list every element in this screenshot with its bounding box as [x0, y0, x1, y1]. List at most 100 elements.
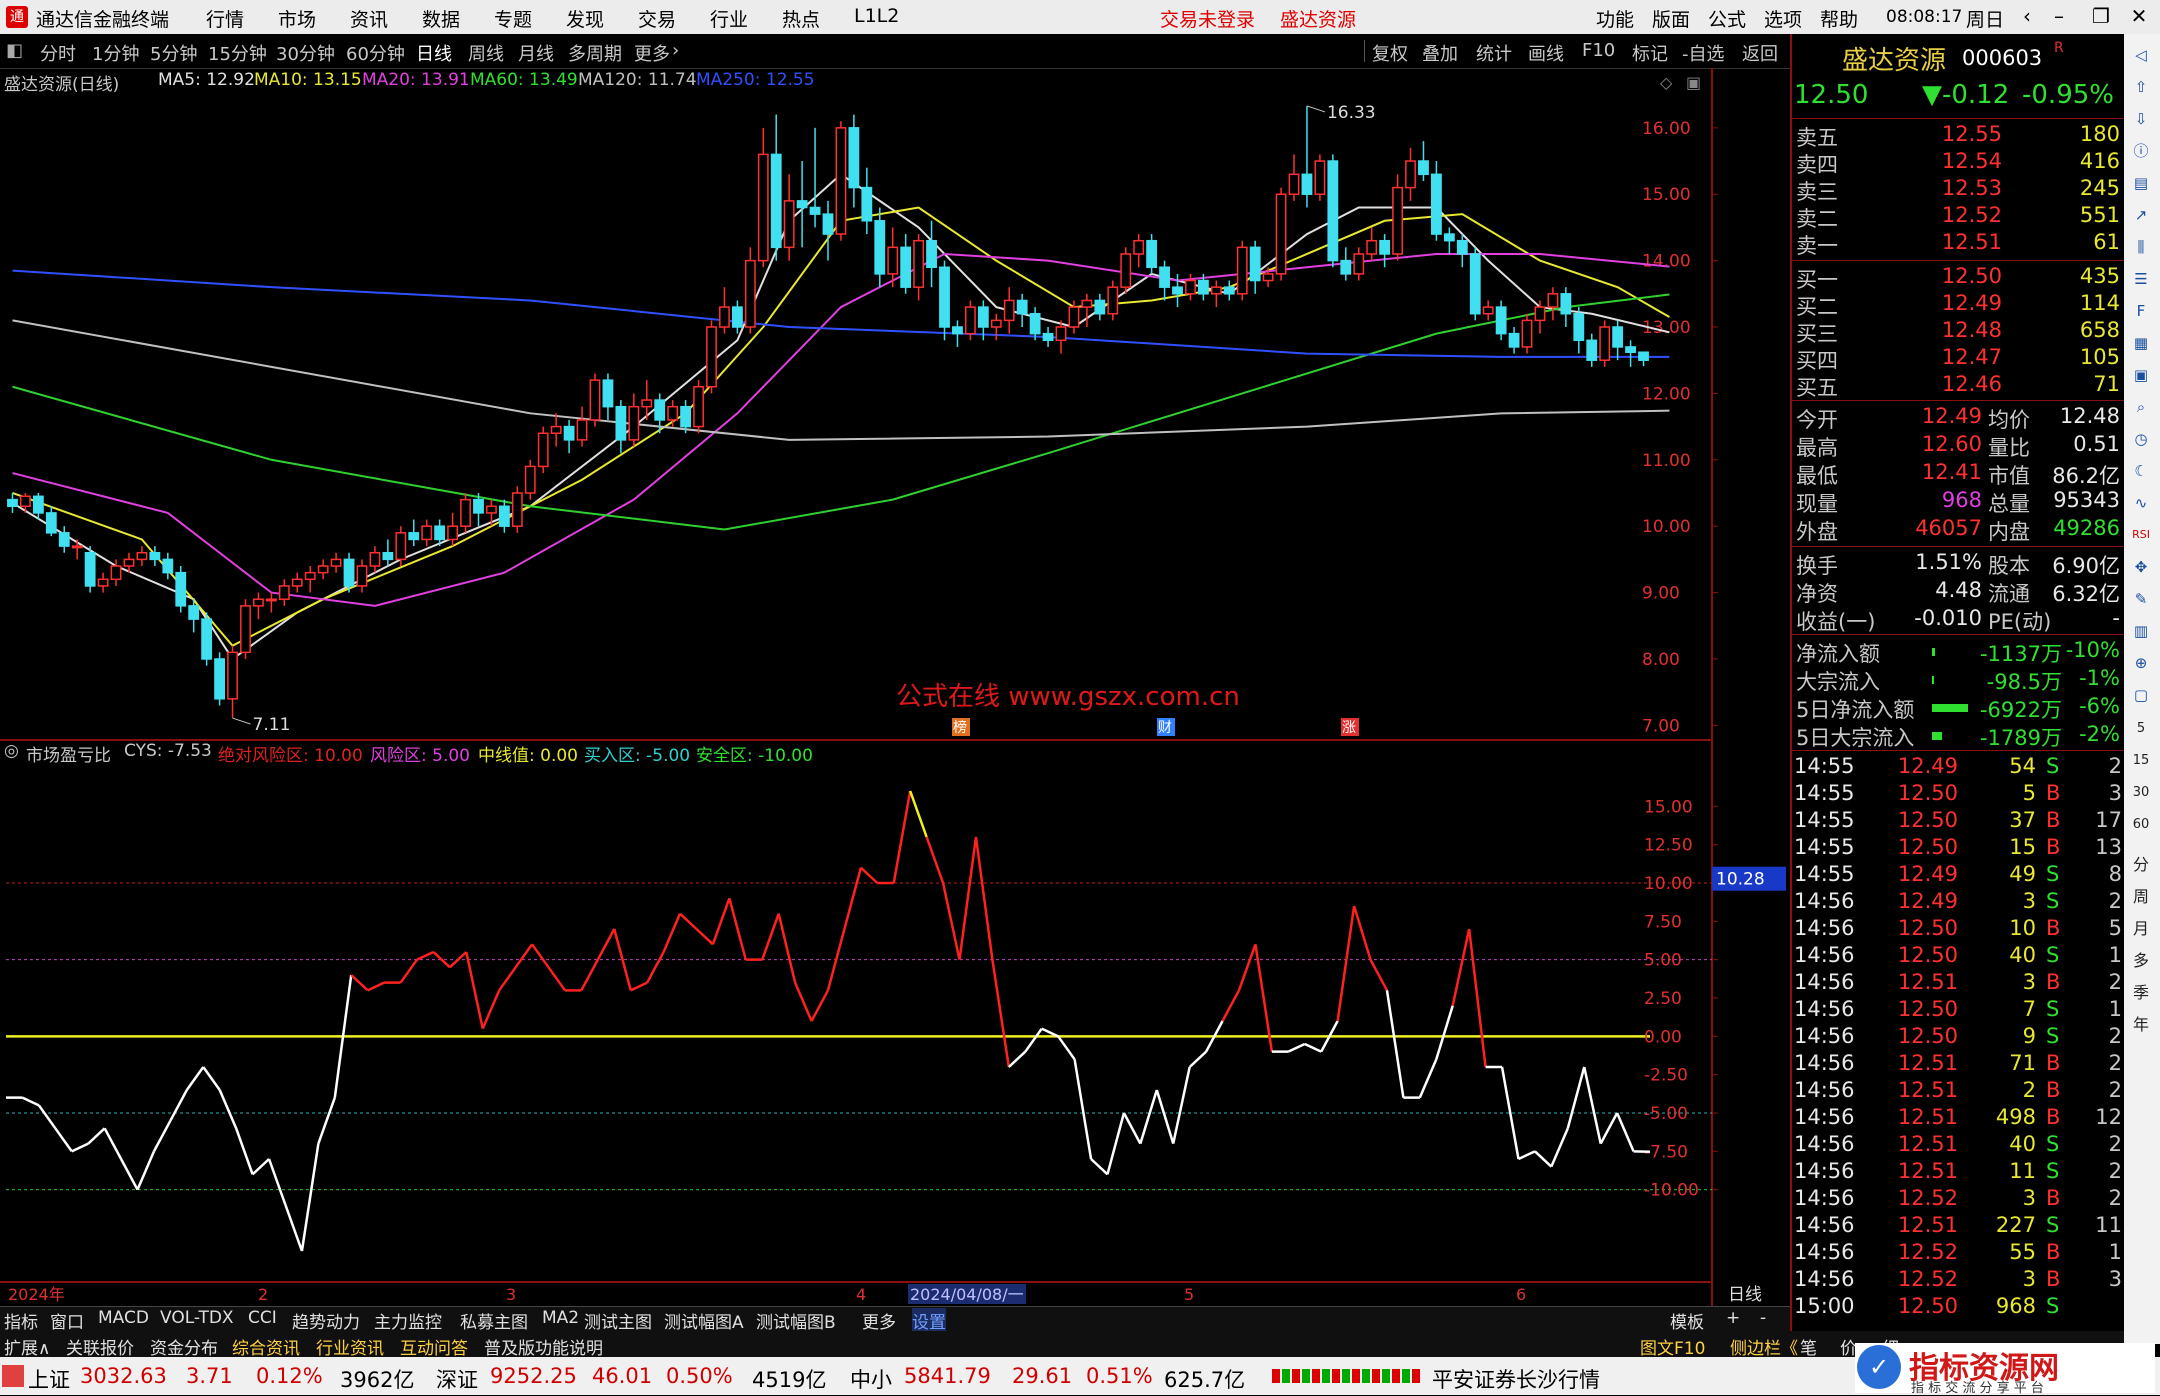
candle[interactable]: [1018, 300, 1027, 313]
tick-row[interactable]: 14:5612.51498B12: [1792, 1105, 2124, 1131]
indicator-tab[interactable]: 更多: [862, 1308, 896, 1333]
candle[interactable]: [1341, 261, 1350, 274]
candle[interactable]: [746, 261, 755, 327]
tick-row[interactable]: 14:5612.5010B5: [1792, 916, 2124, 942]
tab-period-30min[interactable]: 30分钟: [276, 40, 335, 66]
tick-row[interactable]: 14:5512.4949S8: [1792, 862, 2124, 888]
candle[interactable]: [836, 128, 845, 234]
candle[interactable]: [1328, 161, 1337, 261]
indicator-tab[interactable]: 测试幅图A: [664, 1308, 744, 1333]
candle[interactable]: [564, 427, 573, 440]
fuquan-button[interactable]: 复权: [1372, 40, 1408, 66]
candle[interactable]: [1574, 314, 1583, 341]
candle[interactable]: [1354, 254, 1363, 274]
period-60-icon[interactable]: 60: [2128, 812, 2154, 838]
window-icon[interactable]: ▣: [1686, 73, 1701, 92]
candle[interactable]: [331, 559, 340, 566]
candle[interactable]: [1600, 327, 1609, 360]
tab-period-more[interactable]: 更多: [634, 40, 670, 66]
period-year-icon[interactable]: 年: [2128, 1012, 2154, 1038]
candle[interactable]: [1173, 287, 1182, 294]
candle[interactable]: [163, 559, 172, 572]
menu-industry[interactable]: 行业: [710, 5, 748, 32]
move-icon[interactable]: ✥: [2128, 554, 2154, 580]
candle[interactable]: [1263, 274, 1272, 281]
stat-row[interactable]: 现量968总量95343: [1792, 488, 2124, 514]
flow-row[interactable]: 5日大宗流入-1789万-2%: [1792, 722, 2124, 748]
side-tab[interactable]: 图文F10: [1640, 1334, 1705, 1359]
candle[interactable]: [1056, 327, 1065, 340]
candle[interactable]: [137, 553, 146, 560]
candle[interactable]: [1147, 241, 1156, 268]
document-icon[interactable]: ▣: [2128, 362, 2154, 388]
indicator-tab[interactable]: MA2: [542, 1308, 579, 1328]
menu-data[interactable]: 数据: [422, 5, 460, 32]
candle[interactable]: [1367, 241, 1376, 254]
candle[interactable]: [1496, 307, 1505, 334]
candle[interactable]: [383, 553, 392, 560]
candle[interactable]: [150, 553, 159, 560]
pen-icon[interactable]: ✎: [2128, 586, 2154, 612]
rsi-icon[interactable]: RSI: [2128, 522, 2154, 548]
zx-index[interactable]: 5841.79: [904, 1364, 991, 1388]
candle[interactable]: [1160, 267, 1169, 287]
menu-formula[interactable]: 公式: [1708, 5, 1746, 32]
tab-period-1min[interactable]: 1分钟: [92, 40, 139, 66]
candle[interactable]: [888, 247, 897, 274]
grid-icon[interactable]: ▦: [2128, 330, 2154, 356]
tab-period-15min[interactable]: 15分钟: [208, 40, 267, 66]
candle[interactable]: [21, 496, 30, 506]
tick-row[interactable]: 14:5612.5111S2: [1792, 1159, 2124, 1185]
candle[interactable]: [953, 327, 962, 334]
candle[interactable]: [616, 407, 625, 440]
period-month-icon[interactable]: 月: [2128, 916, 2154, 942]
ask-row[interactable]: 卖四12.54416: [1792, 149, 2124, 175]
up-arrow-icon[interactable]: ⇧: [2128, 74, 2154, 100]
list-icon[interactable]: ☰: [2128, 266, 2154, 292]
candle[interactable]: [60, 533, 69, 546]
candle[interactable]: [474, 500, 483, 513]
candle[interactable]: [539, 433, 548, 466]
stat-row[interactable]: 今开12.49均价12.48: [1792, 404, 2124, 430]
extension-tab[interactable]: 互动问答: [400, 1334, 468, 1359]
candle[interactable]: [979, 307, 988, 327]
candle[interactable]: [1380, 241, 1389, 254]
bid-row[interactable]: 买三12.48658: [1792, 318, 2124, 344]
candle[interactable]: [1186, 281, 1195, 294]
restore-icon[interactable]: ❐: [2086, 4, 2116, 28]
candle[interactable]: [772, 154, 781, 247]
candle[interactable]: [720, 307, 729, 327]
menu-topic[interactable]: 专题: [494, 5, 532, 32]
candle[interactable]: [1251, 247, 1260, 280]
menu-layout[interactable]: 版面: [1652, 5, 1690, 32]
tick-row[interactable]: 14:5612.523B3: [1792, 1267, 2124, 1293]
candle[interactable]: [526, 466, 535, 493]
candle[interactable]: [254, 599, 263, 606]
table-icon[interactable]: ▤: [2128, 170, 2154, 196]
menu-discover[interactable]: 发现: [566, 5, 604, 32]
network-icon[interactable]: ⊕: [2128, 650, 2154, 676]
candle[interactable]: [1561, 294, 1570, 314]
candle[interactable]: [47, 513, 56, 533]
candle[interactable]: [577, 420, 586, 440]
indicator-tab[interactable]: 私募主图: [460, 1308, 528, 1333]
moon-icon[interactable]: ☾: [2128, 458, 2154, 484]
candle[interactable]: [8, 500, 17, 507]
candle[interactable]: [228, 652, 237, 698]
trade-login-notice[interactable]: 交易未登录: [1160, 5, 1255, 32]
candle[interactable]: [98, 579, 107, 586]
candle[interactable]: [370, 553, 379, 566]
candle[interactable]: [642, 400, 651, 407]
candle[interactable]: [1393, 188, 1402, 254]
period-week-icon[interactable]: 周: [2128, 884, 2154, 910]
ask-row[interactable]: 卖五12.55180: [1792, 122, 2124, 148]
menu-options[interactable]: 选项: [1764, 5, 1802, 32]
tab-period-5min[interactable]: 5分钟: [150, 40, 197, 66]
stat-row[interactable]: 最高12.60量比0.51: [1792, 432, 2124, 458]
kline-chart[interactable]: 16.0015.0014.0013.0012.0011.0010.009.008…: [0, 68, 1790, 1306]
indicator-tab[interactable]: VOL-TDX: [160, 1308, 234, 1328]
return-button[interactable]: 返回: [1742, 40, 1778, 66]
bid-row[interactable]: 买四12.47105: [1792, 345, 2124, 371]
period-multi-icon[interactable]: 多: [2128, 948, 2154, 974]
tab-period-fenshi[interactable]: 分时: [40, 40, 76, 66]
